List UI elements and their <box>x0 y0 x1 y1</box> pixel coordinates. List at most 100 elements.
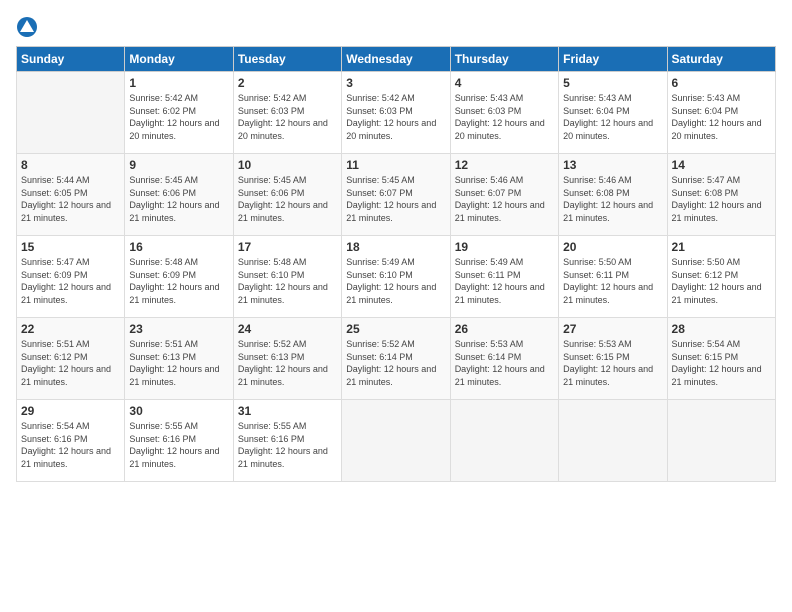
day-info: Sunrise: 5:53 AM Sunset: 6:14 PM Dayligh… <box>455 338 554 388</box>
table-row: 10 Sunrise: 5:45 AM Sunset: 6:06 PM Dayli… <box>233 154 341 236</box>
day-info: Sunrise: 5:49 AM Sunset: 6:10 PM Dayligh… <box>346 256 445 306</box>
day-number: 13 <box>563 158 662 172</box>
table-row: 2 Sunrise: 5:42 AM Sunset: 6:03 PM Daylig… <box>233 72 341 154</box>
header <box>16 16 776 38</box>
table-row: 3 Sunrise: 5:42 AM Sunset: 6:03 PM Daylig… <box>342 72 450 154</box>
day-info: Sunrise: 5:42 AM Sunset: 6:03 PM Dayligh… <box>238 92 337 142</box>
day-number: 14 <box>672 158 771 172</box>
day-number: 15 <box>21 240 120 254</box>
day-info: Sunrise: 5:45 AM Sunset: 6:06 PM Dayligh… <box>238 174 337 224</box>
page: Sunday Monday Tuesday Wednesday Thursday… <box>0 0 792 612</box>
day-number: 1 <box>129 76 228 90</box>
table-row: 11 Sunrise: 5:45 AM Sunset: 6:07 PM Dayli… <box>342 154 450 236</box>
day-number: 8 <box>21 158 120 172</box>
day-info: Sunrise: 5:47 AM Sunset: 6:08 PM Dayligh… <box>672 174 771 224</box>
table-row: 22Sunrise: 5:51 AM Sunset: 6:12 PM Dayli… <box>17 318 125 400</box>
day-info: Sunrise: 5:51 AM Sunset: 6:13 PM Dayligh… <box>129 338 228 388</box>
day-number: 23 <box>129 322 228 336</box>
table-row: 14 Sunrise: 5:47 AM Sunset: 6:08 PM Dayli… <box>667 154 775 236</box>
header-monday: Monday <box>125 47 233 72</box>
day-number: 9 <box>129 158 228 172</box>
table-row: 29 Sunrise: 5:54 AM Sunset: 6:16 PM Dayli… <box>17 400 125 482</box>
table-row: 6Sunrise: 5:43 AM Sunset: 6:04 PM Daylig… <box>667 72 775 154</box>
day-number: 20 <box>563 240 662 254</box>
day-info: Sunrise: 5:55 AM Sunset: 6:16 PM Dayligh… <box>129 420 228 470</box>
logo-text <box>16 16 42 38</box>
table-row: 31Sunrise: 5:55 AM Sunset: 6:16 PM Dayli… <box>233 400 341 482</box>
calendar-week-row: 22Sunrise: 5:51 AM Sunset: 6:12 PM Dayli… <box>17 318 776 400</box>
day-info: Sunrise: 5:52 AM Sunset: 6:13 PM Dayligh… <box>238 338 337 388</box>
day-info: Sunrise: 5:47 AM Sunset: 6:09 PM Dayligh… <box>21 256 120 306</box>
day-number: 10 <box>238 158 337 172</box>
day-number: 29 <box>21 404 120 418</box>
day-info: Sunrise: 5:54 AM Sunset: 6:16 PM Dayligh… <box>21 420 120 470</box>
table-row: 19Sunrise: 5:49 AM Sunset: 6:11 PM Dayli… <box>450 236 558 318</box>
day-info: Sunrise: 5:42 AM Sunset: 6:02 PM Dayligh… <box>129 92 228 142</box>
day-number: 31 <box>238 404 337 418</box>
day-info: Sunrise: 5:43 AM Sunset: 6:04 PM Dayligh… <box>672 92 771 142</box>
day-info: Sunrise: 5:46 AM Sunset: 6:08 PM Dayligh… <box>563 174 662 224</box>
day-info: Sunrise: 5:53 AM Sunset: 6:15 PM Dayligh… <box>563 338 662 388</box>
table-row: 21 Sunrise: 5:50 AM Sunset: 6:12 PM Dayli… <box>667 236 775 318</box>
table-row: 15 Sunrise: 5:47 AM Sunset: 6:09 PM Dayli… <box>17 236 125 318</box>
table-row: 30 Sunrise: 5:55 AM Sunset: 6:16 PM Dayli… <box>125 400 233 482</box>
table-row <box>559 400 667 482</box>
table-row: 23 Sunrise: 5:51 AM Sunset: 6:13 PM Dayli… <box>125 318 233 400</box>
calendar-header-row: Sunday Monday Tuesday Wednesday Thursday… <box>17 47 776 72</box>
header-sunday: Sunday <box>17 47 125 72</box>
day-number: 12 <box>455 158 554 172</box>
table-row: 5 Sunrise: 5:43 AM Sunset: 6:04 PM Daylig… <box>559 72 667 154</box>
day-info: Sunrise: 5:48 AM Sunset: 6:09 PM Dayligh… <box>129 256 228 306</box>
day-info: Sunrise: 5:52 AM Sunset: 6:14 PM Dayligh… <box>346 338 445 388</box>
table-row: 12 Sunrise: 5:46 AM Sunset: 6:07 PM Dayli… <box>450 154 558 236</box>
header-saturday: Saturday <box>667 47 775 72</box>
day-info: Sunrise: 5:50 AM Sunset: 6:11 PM Dayligh… <box>563 256 662 306</box>
table-row: 17 Sunrise: 5:48 AM Sunset: 6:10 PM Dayli… <box>233 236 341 318</box>
table-row: 13 Sunrise: 5:46 AM Sunset: 6:08 PM Dayli… <box>559 154 667 236</box>
table-row <box>667 400 775 482</box>
day-info: Sunrise: 5:51 AM Sunset: 6:12 PM Dayligh… <box>21 338 120 388</box>
logo <box>16 16 42 38</box>
day-number: 18 <box>346 240 445 254</box>
day-number: 27 <box>563 322 662 336</box>
day-info: Sunrise: 5:42 AM Sunset: 6:03 PM Dayligh… <box>346 92 445 142</box>
calendar-week-row: 15 Sunrise: 5:47 AM Sunset: 6:09 PM Dayli… <box>17 236 776 318</box>
day-number: 11 <box>346 158 445 172</box>
header-thursday: Thursday <box>450 47 558 72</box>
day-number: 28 <box>672 322 771 336</box>
day-info: Sunrise: 5:43 AM Sunset: 6:04 PM Dayligh… <box>563 92 662 142</box>
day-number: 21 <box>672 240 771 254</box>
day-number: 2 <box>238 76 337 90</box>
day-number: 19 <box>455 240 554 254</box>
header-friday: Friday <box>559 47 667 72</box>
day-number: 30 <box>129 404 228 418</box>
day-info: Sunrise: 5:44 AM Sunset: 6:05 PM Dayligh… <box>21 174 120 224</box>
table-row: 27 Sunrise: 5:53 AM Sunset: 6:15 PM Dayli… <box>559 318 667 400</box>
header-wednesday: Wednesday <box>342 47 450 72</box>
day-number: 24 <box>238 322 337 336</box>
calendar-week-row: 1 Sunrise: 5:42 AM Sunset: 6:02 PM Daylig… <box>17 72 776 154</box>
day-info: Sunrise: 5:46 AM Sunset: 6:07 PM Dayligh… <box>455 174 554 224</box>
table-row: 9 Sunrise: 5:45 AM Sunset: 6:06 PM Daylig… <box>125 154 233 236</box>
table-row <box>342 400 450 482</box>
day-info: Sunrise: 5:45 AM Sunset: 6:06 PM Dayligh… <box>129 174 228 224</box>
day-number: 17 <box>238 240 337 254</box>
day-number: 26 <box>455 322 554 336</box>
table-row: 28 Sunrise: 5:54 AM Sunset: 6:15 PM Dayli… <box>667 318 775 400</box>
day-number: 3 <box>346 76 445 90</box>
day-number: 5 <box>563 76 662 90</box>
day-info: Sunrise: 5:48 AM Sunset: 6:10 PM Dayligh… <box>238 256 337 306</box>
table-row <box>450 400 558 482</box>
day-number: 4 <box>455 76 554 90</box>
day-info: Sunrise: 5:45 AM Sunset: 6:07 PM Dayligh… <box>346 174 445 224</box>
table-row <box>17 72 125 154</box>
table-row: 16Sunrise: 5:48 AM Sunset: 6:09 PM Dayli… <box>125 236 233 318</box>
table-row: 20 Sunrise: 5:50 AM Sunset: 6:11 PM Dayli… <box>559 236 667 318</box>
day-info: Sunrise: 5:50 AM Sunset: 6:12 PM Dayligh… <box>672 256 771 306</box>
day-info: Sunrise: 5:54 AM Sunset: 6:15 PM Dayligh… <box>672 338 771 388</box>
table-row: 24 Sunrise: 5:52 AM Sunset: 6:13 PM Dayli… <box>233 318 341 400</box>
day-number: 25 <box>346 322 445 336</box>
calendar-week-row: 29 Sunrise: 5:54 AM Sunset: 6:16 PM Dayli… <box>17 400 776 482</box>
calendar-table: Sunday Monday Tuesday Wednesday Thursday… <box>16 46 776 482</box>
day-info: Sunrise: 5:43 AM Sunset: 6:03 PM Dayligh… <box>455 92 554 142</box>
